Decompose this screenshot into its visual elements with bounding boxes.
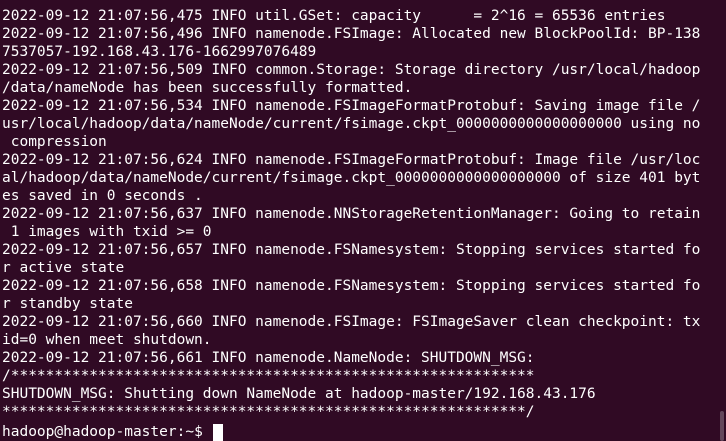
log-line: 2022-09-12 21:07:56,624 INFO namenode.FS… — [2, 152, 701, 168]
terminal-window[interactable]: 2022-09-12 21:07:56,475 INFO util.GSet: … — [0, 0, 726, 441]
log-line: 2022-09-12 21:07:56,637 INFO namenode.NN… — [2, 206, 701, 222]
prompt-symbol: $ — [194, 424, 203, 440]
log-line: 7537057-192.168.43.176-1662997076489 — [2, 44, 317, 60]
log-line: 2022-09-12 21:07:56,496 INFO namenode.FS… — [2, 26, 701, 42]
scrollbar[interactable] — [718, 0, 726, 441]
log-line: ****************************************… — [2, 404, 535, 420]
log-line: usr/local/hadoop/data/nameNode/current/f… — [2, 116, 701, 132]
log-line: /data/nameNode has been successfully for… — [2, 80, 413, 96]
log-line: compression — [2, 134, 107, 150]
log-line: 2022-09-12 21:07:56,509 INFO common.Stor… — [2, 62, 701, 78]
log-line: r standby state — [2, 296, 133, 312]
log-line: 2022-09-12 21:07:56,534 INFO namenode.FS… — [2, 98, 701, 114]
prompt-separator: : — [176, 424, 186, 440]
log-line: 1 images with txid >= 0 — [2, 224, 212, 240]
log-line: al/hadoop/data/nameNode/current/fsimage.… — [2, 170, 701, 186]
prompt-user-host: hadoop@hadoop-master — [2, 424, 177, 440]
shell-prompt[interactable]: hadoop@hadoop-master: ~ $ — [2, 423, 726, 441]
log-line: 2022-09-12 21:07:56,658 INFO namenode.FS… — [2, 278, 701, 294]
scrollbar-thumb[interactable] — [720, 411, 724, 441]
log-line: es saved in 0 seconds . — [2, 188, 203, 204]
log-line: r active state — [2, 260, 125, 276]
log-line: 2022-09-12 21:07:56,657 INFO namenode.FS… — [2, 242, 701, 258]
log-line: id=0 when meet shutdown. — [2, 332, 212, 348]
log-line: 2022-09-12 21:07:56,661 INFO namenode.Na… — [2, 350, 535, 366]
log-line: 2022-09-12 21:07:56,475 INFO util.GSet: … — [2, 8, 666, 24]
log-line: SHUTDOWN_MSG: Shutting down NameNode at … — [2, 386, 596, 402]
text-cursor — [212, 423, 223, 441]
log-line: /***************************************… — [2, 368, 535, 384]
prompt-path: ~ — [185, 424, 195, 440]
log-line: 2022-09-12 21:07:56,660 INFO namenode.FS… — [2, 314, 701, 330]
